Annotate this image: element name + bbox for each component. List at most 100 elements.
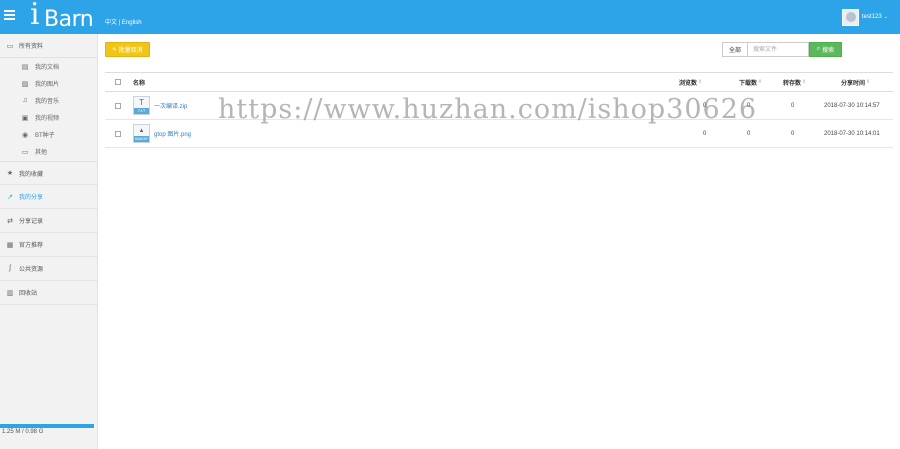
- sidebar-sub-label: 我的文档: [35, 65, 60, 71]
- header-name[interactable]: 名称: [133, 73, 145, 91]
- sidebar-item-favorites[interactable]: ★ 我的收藏: [0, 161, 98, 185]
- sidebar-item-label: 回收站: [19, 291, 38, 297]
- sidebar-sub-videos[interactable]: ▣ 我的视频: [0, 109, 98, 126]
- sidebar-sub-documents[interactable]: ▤ 我的文档: [0, 58, 98, 75]
- sidebar-item-my-shares[interactable]: ↗ 我的分享: [0, 185, 98, 209]
- sidebar-item-label: 公共资源: [19, 267, 44, 273]
- image-icon: ▨: [21, 80, 29, 88]
- lang-english-link[interactable]: English: [122, 20, 142, 26]
- sidebar-item-all-files[interactable]: ▭ 所有资料: [0, 34, 98, 58]
- share-time: 2018-07-30 10:14:57: [824, 102, 880, 109]
- chevron-down-icon: ⌄: [883, 14, 888, 20]
- file-mark: T: [139, 98, 144, 107]
- row-checkbox[interactable]: [115, 102, 121, 109]
- sidebar-item-label: 分享记录: [19, 219, 44, 225]
- torrent-icon: ◉: [21, 131, 29, 139]
- star-icon: ★: [6, 170, 14, 177]
- user-menu[interactable]: test123 ⌄: [842, 8, 888, 26]
- logo-initial: i: [30, 0, 40, 32]
- user-icon: [845, 12, 856, 22]
- sidebar-sub-images[interactable]: ▨ 我的图片: [0, 75, 98, 92]
- sidebar-sub-label: 我的图片: [35, 82, 60, 88]
- storage-quota-text: 1.25 M / 0.98 G: [2, 429, 44, 435]
- search-button[interactable]: ⌕ 搜索: [809, 42, 842, 57]
- folder-open-icon: ▭: [6, 42, 14, 50]
- sidebar-item-share-records[interactable]: ⇄ 分享记录: [0, 209, 98, 233]
- image-file-icon: ▲ IMAGE: [133, 124, 150, 143]
- header-share-time-label: 分享时间: [841, 80, 866, 87]
- file-name-link[interactable]: gtop 图片.png: [154, 129, 191, 138]
- saves-count: 0: [791, 102, 795, 109]
- search-input[interactable]: [747, 42, 809, 57]
- row-select-cell: [115, 120, 121, 147]
- username: test123: [862, 14, 882, 20]
- sidebar-sub-label: 其他: [35, 150, 48, 156]
- header-downloads[interactable]: 下载数 ⇕: [739, 73, 762, 91]
- language-switcher: 中文 | English: [105, 17, 142, 26]
- music-icon: ♫: [22, 97, 28, 104]
- txt-file-icon: T TXT: [133, 96, 150, 115]
- sidebar-sub-label: 我的视频: [35, 116, 60, 122]
- sidebar-item-public-resources[interactable]: ʃ 公共资源: [0, 257, 98, 281]
- sort-icon: ⇕: [866, 79, 871, 85]
- header-views-label: 浏览数: [679, 80, 698, 87]
- sidebar-sub-label: 我的音乐: [35, 99, 60, 105]
- sidebar-sub-music[interactable]: ♫ 我的音乐: [0, 92, 98, 109]
- table-row[interactable]: ▲ IMAGE gtop 图片.png 0 0 0 2018-07-30 10:…: [105, 120, 893, 148]
- batch-cancel-share-button[interactable]: ✎ 批量取消: [105, 42, 150, 57]
- search-bar: 全部 ⌕ 搜索: [722, 42, 842, 57]
- file-name-cell: T TXT 一次编译.zip: [133, 92, 187, 119]
- cancel-share-icon: ✎: [112, 46, 117, 53]
- top-bar: i Barn 中文 | English test123 ⌄: [0, 0, 900, 34]
- sort-icon: ⇕: [758, 79, 763, 85]
- sidebar-item-label: 所有资料: [19, 44, 44, 50]
- saves-count: 0: [791, 130, 795, 137]
- logo-text: Barn: [44, 7, 94, 32]
- batch-cancel-share-label: 批量取消: [118, 48, 143, 54]
- sidebar: ▭ 所有资料 ▤ 我的文档 ▨ 我的图片 ♫ 我的音乐 ▣ 我的视频 ◉ BT种…: [0, 34, 98, 449]
- search-icon: ⌕: [816, 46, 821, 52]
- file-name-link[interactable]: 一次编译.zip: [154, 101, 187, 110]
- storage-quota-bar: [0, 424, 95, 428]
- row-select-cell: [115, 92, 121, 119]
- exchange-icon: ⇄: [7, 217, 13, 225]
- views-count: 0: [703, 130, 707, 137]
- row-checkbox[interactable]: [115, 130, 121, 137]
- header-views[interactable]: 浏览数 ⇕: [679, 73, 702, 91]
- share-icon: ↗: [7, 193, 13, 201]
- sidebar-sub-label: BT种子: [35, 133, 55, 139]
- header-share-time[interactable]: 分享时间 ⇕: [841, 73, 870, 91]
- select-all-checkbox[interactable]: [115, 79, 121, 85]
- lang-chinese-link[interactable]: 中文: [105, 20, 117, 26]
- sidebar-sub-torrents[interactable]: ◉ BT种子: [0, 126, 98, 143]
- sidebar-item-recycle-bin[interactable]: ▥ 回收站: [0, 281, 98, 305]
- file-type-tag: TXT: [134, 108, 149, 114]
- header-downloads-label: 下载数: [739, 80, 758, 87]
- downloads-count: 0: [747, 102, 751, 109]
- sidebar-item-recommended[interactable]: ▦ 官方推荐: [0, 233, 98, 257]
- search-scope-select[interactable]: 全部: [722, 42, 747, 57]
- sidebar-sub-other[interactable]: ▭ 其他: [0, 143, 98, 160]
- folder-icon: ▭: [21, 148, 29, 156]
- select-all-cell: [115, 73, 121, 91]
- downloads-count: 0: [747, 130, 751, 137]
- rss-icon: ʃ: [9, 265, 11, 272]
- sort-icon: ⇕: [698, 79, 703, 85]
- sidebar-item-label: 官方推荐: [19, 243, 44, 249]
- menu-toggle-icon[interactable]: [4, 8, 18, 24]
- avatar: [842, 8, 859, 26]
- sidebar-item-label: 我的分享: [19, 195, 44, 201]
- file-type-tag: IMAGE: [134, 136, 149, 142]
- table-row[interactable]: T TXT 一次编译.zip 0 0 0 2018-07-30 10:14:57: [105, 92, 893, 120]
- storage-quota-fill: [0, 424, 95, 428]
- trash-icon: ▥: [6, 289, 14, 297]
- search-button-label: 搜索: [822, 48, 835, 54]
- header-saves[interactable]: 转存数 ⇕: [783, 73, 806, 91]
- table-header: 名称 浏览数 ⇕ 下载数 ⇕ 转存数 ⇕ 分享时间 ⇕: [105, 72, 893, 92]
- video-icon: ▣: [21, 114, 29, 122]
- share-time: 2018-07-30 10:14:01: [824, 130, 880, 137]
- views-count: 0: [703, 102, 707, 109]
- document-icon: ▤: [21, 63, 29, 71]
- file-name-cell: ▲ IMAGE gtop 图片.png: [133, 120, 191, 147]
- gift-icon: ▦: [6, 241, 14, 249]
